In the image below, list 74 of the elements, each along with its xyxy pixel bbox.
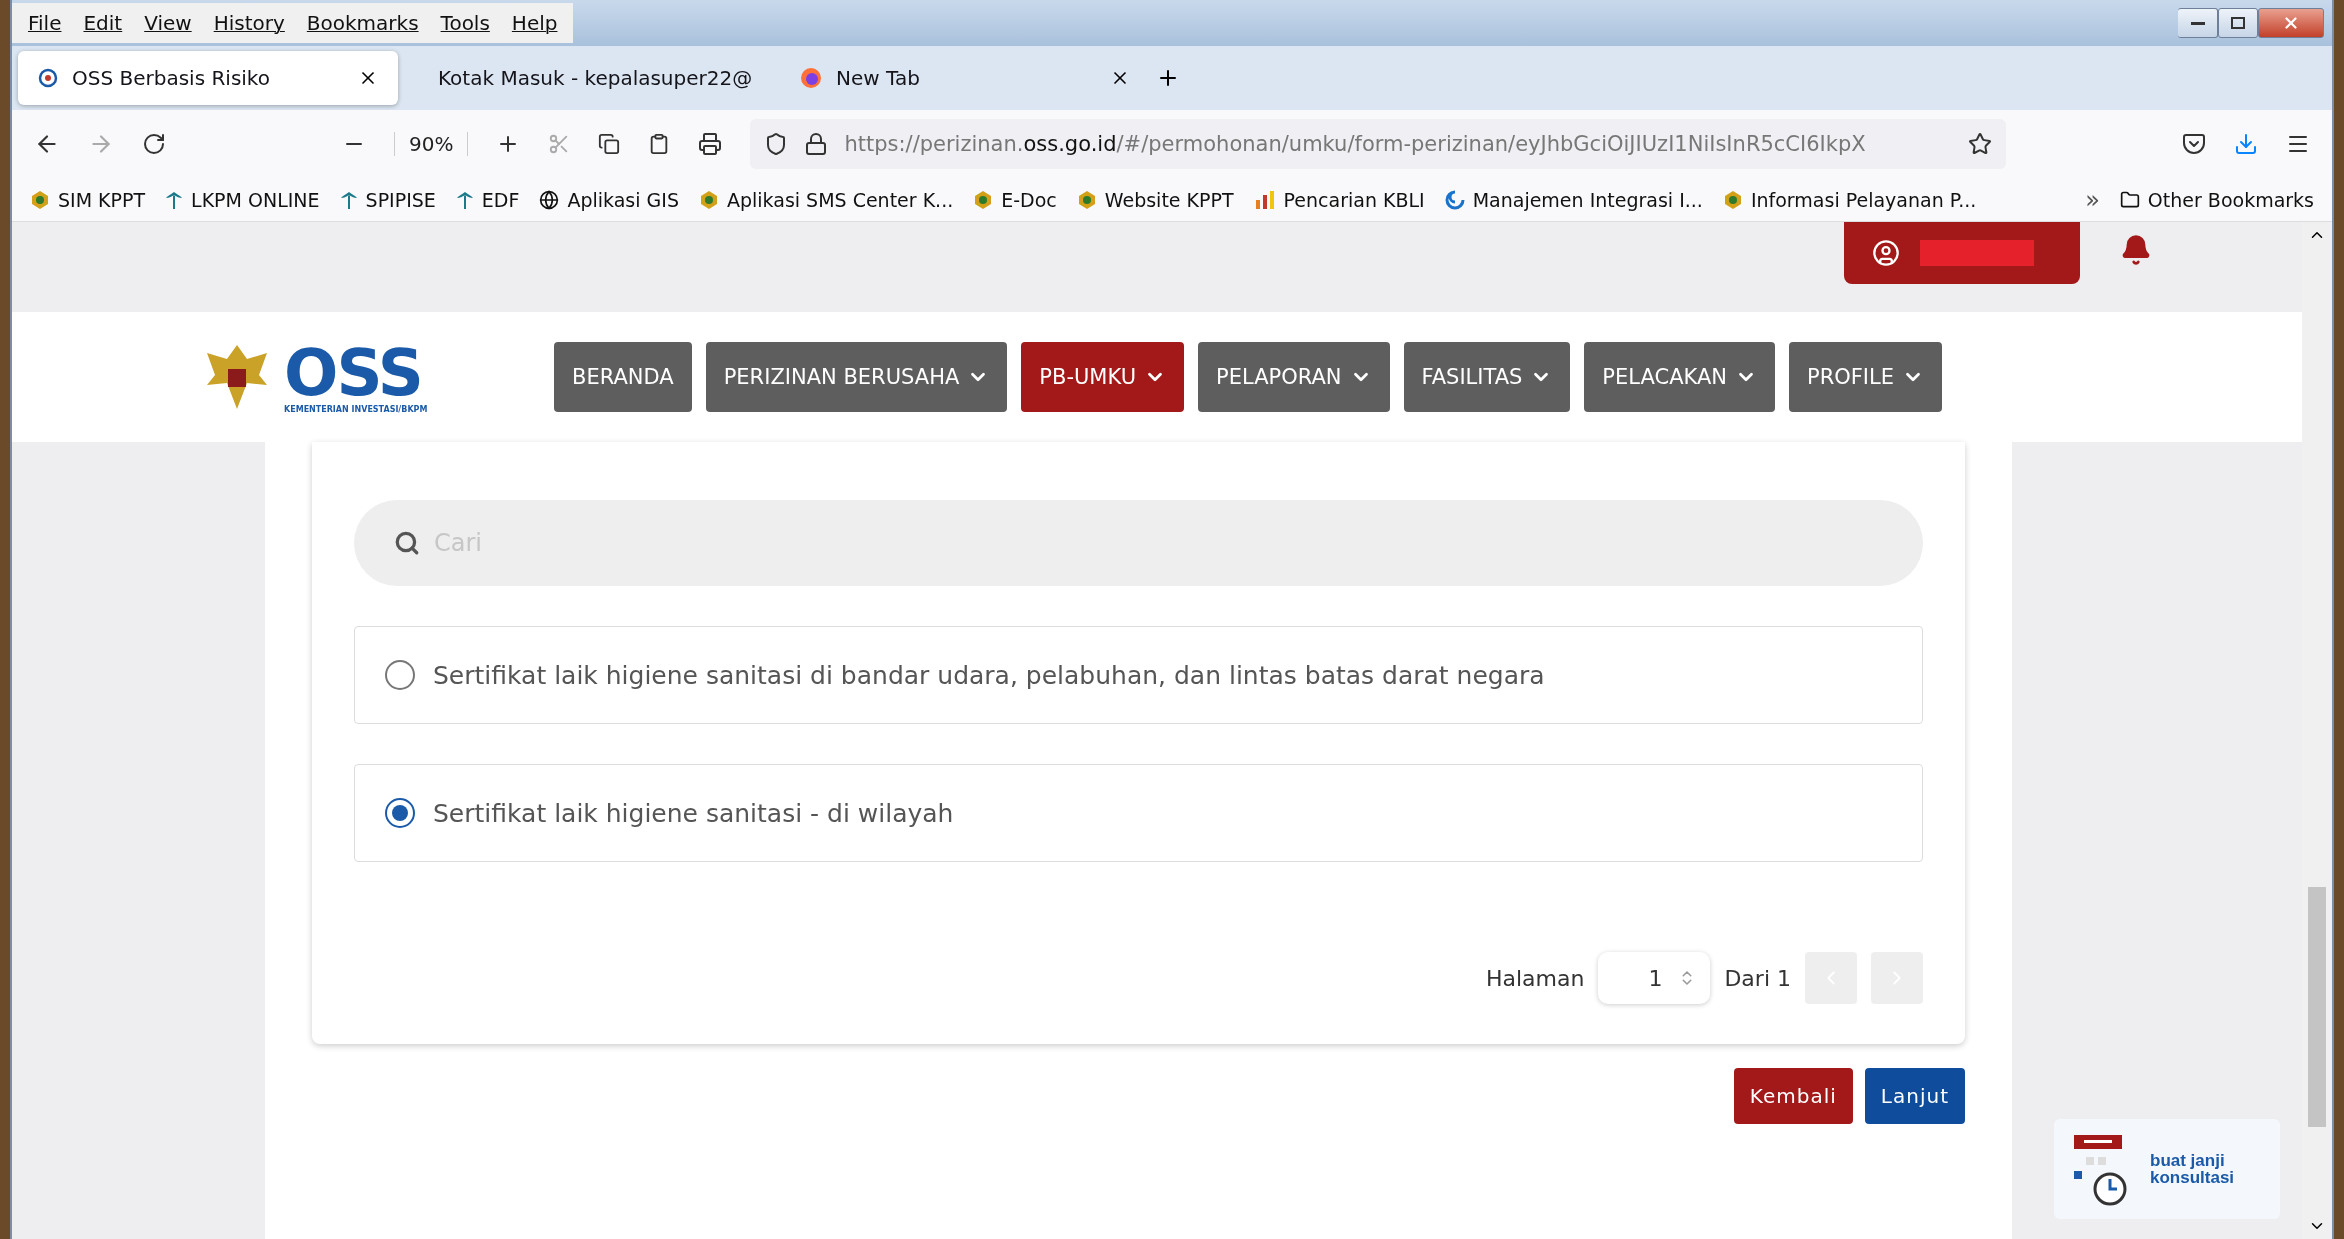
nav-button[interactable]: PROFILE bbox=[1789, 342, 1942, 412]
swirl-icon bbox=[1444, 189, 1465, 210]
download-icon[interactable] bbox=[2234, 132, 2258, 156]
nav-button[interactable]: FASILITAS bbox=[1403, 342, 1571, 412]
option-label: Sertifikat laik higiene sanitasi - di wilayah bbox=[433, 798, 954, 828]
browser-tab[interactable]: OSS Berbasis Risiko bbox=[18, 51, 398, 105]
minimize-button[interactable] bbox=[2178, 8, 2218, 38]
close-icon bbox=[2282, 14, 2300, 32]
page-label: Halaman bbox=[1485, 965, 1585, 991]
browser-tab[interactable]: Kotak Masuk - kepalasuper22@ bbox=[404, 51, 774, 105]
circle-icon bbox=[38, 68, 58, 88]
back-button[interactable]: Kembali bbox=[1733, 1068, 1853, 1124]
radio-button[interactable] bbox=[385, 798, 415, 828]
logo-text: OSS bbox=[284, 340, 422, 405]
bookmark-link[interactable]: SPIPISE bbox=[365, 188, 436, 211]
star-icon[interactable] bbox=[1968, 132, 1992, 156]
bookmark-link[interactable]: LKPM ONLINE bbox=[191, 188, 320, 211]
menu-item[interactable]: Bookmarks bbox=[306, 11, 419, 35]
emblem-icon bbox=[1076, 189, 1097, 210]
nav-button[interactable]: PB-UMKU bbox=[1021, 342, 1185, 412]
user-menu[interactable] bbox=[1844, 222, 2080, 284]
printer-icon[interactable] bbox=[698, 132, 723, 156]
menu-item[interactable]: History bbox=[213, 11, 285, 35]
bookmark-link[interactable]: E-Doc bbox=[1001, 188, 1057, 211]
more-bookmarks[interactable]: » bbox=[2085, 185, 2100, 214]
option-row[interactable]: Sertifikat laik higiene sanitasi di bandar udara, pelabuhan, dan lintas batas darat negara bbox=[354, 626, 1923, 724]
page-field[interactable]: 1 bbox=[1598, 952, 1711, 1004]
scrollbar-thumb[interactable] bbox=[2308, 887, 2326, 1127]
option-label: Sertifikat laik higiene sanitasi di bandar udara, pelabuhan, dan lintas batas darat negara bbox=[433, 660, 1545, 690]
close-button[interactable] bbox=[2258, 8, 2324, 38]
menu-item[interactable]: Tools bbox=[440, 11, 490, 35]
nav-button[interactable]: PELACAKAN bbox=[1584, 342, 1775, 412]
option-row[interactable]: Sertifikat laik higiene sanitasi - di wilayah bbox=[354, 764, 1923, 862]
menu-item[interactable]: View bbox=[144, 11, 192, 35]
menu-item[interactable]: Help bbox=[511, 11, 558, 35]
browser-tab[interactable]: New Tab bbox=[780, 51, 1150, 105]
bookmark-link[interactable]: SIM KPPT bbox=[58, 188, 146, 211]
bookmark-link[interactable]: Manajemen Integrasi I... bbox=[1472, 188, 1703, 211]
bookmark-link[interactable]: Informasi Pelayanan P... bbox=[1750, 188, 1977, 211]
bookmark-link[interactable]: Pencarian KBLI bbox=[1283, 188, 1425, 211]
bookmark-link[interactable]: EDF bbox=[481, 188, 520, 211]
nav-button[interactable]: BERANDA bbox=[554, 342, 692, 412]
minimize-icon bbox=[2190, 21, 2205, 25]
pocket-icon[interactable] bbox=[2182, 132, 2206, 156]
next-button[interactable]: Lanjut bbox=[1864, 1068, 1965, 1124]
emblem-icon bbox=[698, 189, 719, 210]
user-icon bbox=[1872, 239, 1900, 267]
nav-button[interactable]: PELAPORAN bbox=[1198, 342, 1390, 412]
bar-chart-icon bbox=[1253, 189, 1276, 210]
url-text: https://perizinan.oss.go.id/#/permohonan/umku/form-perizinan/eyJhbGciOiJIUzI1NiIsInR5cCI6IkpX bbox=[844, 132, 1867, 156]
globe-icon bbox=[539, 189, 560, 210]
maximize-icon bbox=[2231, 17, 2245, 29]
bookmark-link[interactable]: Aplikasi SMS Center K... bbox=[726, 188, 954, 211]
appointment-widget[interactable]: buat janji konsultasi bbox=[2054, 1119, 2280, 1219]
emblem-icon bbox=[1722, 189, 1743, 210]
menu-item[interactable]: File bbox=[28, 11, 62, 35]
copy-icon[interactable] bbox=[598, 133, 621, 155]
bookmark-link[interactable]: Aplikasi GIS bbox=[567, 188, 679, 211]
emblem-icon bbox=[973, 189, 994, 210]
menu-item[interactable]: Edit bbox=[83, 11, 123, 35]
zoom-level[interactable]: 90% bbox=[394, 132, 469, 156]
radio-button[interactable] bbox=[385, 660, 415, 690]
nav-button[interactable]: PERIZINAN BERUSAHA bbox=[705, 342, 1008, 412]
address-bar[interactable]: https://perizinan.oss.go.id/#/permohonan/umku/form-perizinan/eyJhbGciOiJIUzI1NiIsInR5cCI6IkpX bbox=[750, 119, 2006, 169]
bookmark-link[interactable]: Website KPPT bbox=[1104, 188, 1234, 211]
bookmark-link[interactable]: Other Bookmarks bbox=[2147, 188, 2314, 211]
folder-icon bbox=[2119, 189, 2140, 210]
logo-subtitle: KEMENTERIAN INVESTASI/BKPM bbox=[284, 404, 428, 414]
lock-icon bbox=[804, 132, 829, 156]
bell-icon[interactable] bbox=[2120, 234, 2152, 266]
page-count: Dari 1 bbox=[1724, 965, 1791, 991]
reload-icon[interactable] bbox=[142, 132, 166, 156]
emblem-icon bbox=[30, 189, 50, 210]
maximize-button[interactable] bbox=[2218, 8, 2258, 38]
